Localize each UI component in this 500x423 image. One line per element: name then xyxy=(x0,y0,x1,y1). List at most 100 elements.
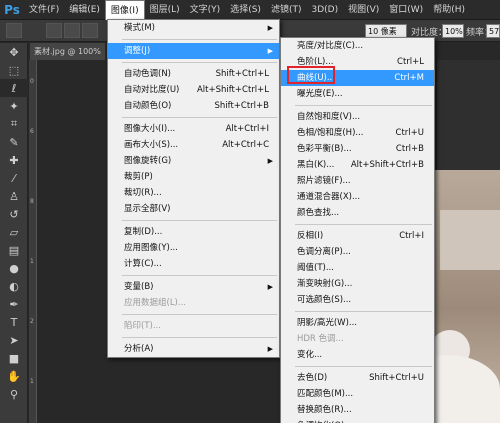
frequency-field[interactable]: 57 xyxy=(486,24,500,38)
dodge-tool-icon[interactable]: ◐ xyxy=(0,277,28,295)
menu-item-黑白[interactable]: 黑白(K)... Alt+Shift+Ctrl+B xyxy=(281,157,434,173)
menu-item-自动颜色[interactable]: 自动颜色(O) Shift+Ctrl+B xyxy=(108,98,279,114)
menu-item-显示全部[interactable]: 显示全部(V) xyxy=(108,201,279,217)
ruler-tick: 8 xyxy=(30,198,34,205)
menu-item-亮度-对比度[interactable]: 亮度/对比度(C)... xyxy=(281,38,434,54)
menu-item-应用图像[interactable]: 应用图像(Y)... xyxy=(108,240,279,256)
menu-item-匹配颜色[interactable]: 匹配颜色(M)... xyxy=(281,386,434,402)
menu-item-色阶[interactable]: 色阶(L)... Ctrl+L xyxy=(281,54,434,70)
menu-item-分析[interactable]: 分析(A) ▶ xyxy=(108,341,279,357)
menu-layer[interactable]: 图层(L) xyxy=(145,0,185,20)
menu-separator xyxy=(295,105,432,106)
brush-tool-icon[interactable]: ⁄ xyxy=(0,169,28,187)
menu-item-替换颜色[interactable]: 替换颜色(R)... xyxy=(281,402,434,418)
crop-tool-icon[interactable]: ⌗ xyxy=(0,115,28,133)
menu-item-模式[interactable]: 模式(M) ▶ xyxy=(108,20,279,36)
menu-select[interactable]: 选择(S) xyxy=(225,0,266,20)
menu-item-图像旋转[interactable]: 图像旋转(G) ▶ xyxy=(108,153,279,169)
marquee-tool-icon[interactable]: ⬚ xyxy=(0,61,28,79)
menu-item-label: 曝光度(E)... xyxy=(297,89,343,99)
menu-item-变量[interactable]: 变量(B) ▶ xyxy=(108,279,279,295)
menu-item-label: 渐变映射(G)... xyxy=(297,279,353,289)
menu-3d[interactable]: 3D(D) xyxy=(306,0,343,20)
menu-item-label: 自动色调(N) xyxy=(124,69,171,79)
size-field[interactable]: 10 像素 xyxy=(365,24,407,38)
history-brush-icon[interactable]: ↺ xyxy=(0,205,28,223)
menu-view[interactable]: 视图(V) xyxy=(343,0,384,20)
healing-brush-icon[interactable]: ✚ xyxy=(0,151,28,169)
menu-item-label: 变化... xyxy=(297,350,323,360)
menu-item-shortcut: Ctrl+M xyxy=(394,73,424,83)
menu-filter[interactable]: 滤镜(T) xyxy=(266,0,307,20)
menu-item-曝光度[interactable]: 曝光度(E)... xyxy=(281,86,434,102)
type-tool-icon[interactable]: T xyxy=(0,313,28,331)
menu-item-裁剪[interactable]: 裁剪(P) xyxy=(108,169,279,185)
menu-item-可选颜色[interactable]: 可选颜色(S)... xyxy=(281,292,434,308)
pen-tool-icon[interactable]: ✒ xyxy=(0,295,28,313)
shape-tool-icon[interactable]: ■ xyxy=(0,349,28,367)
eyedropper-icon[interactable]: ✎ xyxy=(0,133,28,151)
photoshop-logo: Ps xyxy=(4,2,20,17)
submenu-arrow-icon: ▶ xyxy=(267,47,273,55)
menu-item-shortcut: Shift+Ctrl+U xyxy=(369,373,424,383)
selection-add-icon[interactable] xyxy=(64,23,80,38)
menu-item-label: 替换颜色(R)... xyxy=(297,405,352,415)
menu-item-阈值[interactable]: 阈值(T)... xyxy=(281,260,434,276)
menu-item-label: 颜色查找... xyxy=(297,208,340,218)
menu-type[interactable]: 文字(Y) xyxy=(185,0,226,20)
move-tool-icon[interactable]: ✥ xyxy=(0,43,28,61)
selection-new-icon[interactable] xyxy=(46,23,62,38)
menu-separator xyxy=(295,311,432,312)
menu-item-自动对比度[interactable]: 自动对比度(U) Alt+Shift+Ctrl+L xyxy=(108,82,279,98)
gradient-tool-icon[interactable]: ▤ xyxy=(0,241,28,259)
menu-item-变化[interactable]: 变化... xyxy=(281,347,434,363)
menu-item-裁切[interactable]: 裁切(R)... xyxy=(108,185,279,201)
menu-item-label: 黑白(K)... xyxy=(297,160,335,170)
document-tab[interactable]: 素材.jpg @ 100% xyxy=(30,43,105,60)
menu-item-自动色调[interactable]: 自动色调(N) Shift+Ctrl+L xyxy=(108,66,279,82)
menu-item-陷印: 陷印(T)... xyxy=(108,318,279,334)
menu-item-曲线[interactable]: 曲线(U)... Ctrl+M xyxy=(281,70,434,86)
document-image-detail xyxy=(440,210,500,270)
menu-item-通道混合器[interactable]: 通道混合器(X)... xyxy=(281,189,434,205)
menu-help[interactable]: 帮助(H) xyxy=(428,0,470,20)
menu-item-色调分离[interactable]: 色调分离(P)... xyxy=(281,244,434,260)
menu-item-渐变映射[interactable]: 渐变映射(G)... xyxy=(281,276,434,292)
contrast-field[interactable]: 10% xyxy=(442,24,464,38)
menu-item-调整[interactable]: 调整(J) ▶ xyxy=(108,43,279,59)
clone-stamp-icon[interactable]: ♙ xyxy=(0,187,28,205)
selection-subtract-icon[interactable] xyxy=(82,23,98,38)
menu-item-画布大小[interactable]: 画布大小(S)... Alt+Ctrl+C xyxy=(108,137,279,153)
menu-item-色相-饱和度[interactable]: 色相/饱和度(H)... Ctrl+U xyxy=(281,125,434,141)
menu-item-照片滤镜[interactable]: 照片滤镜(F)... xyxy=(281,173,434,189)
menu-item-label: 图像大小(I)... xyxy=(124,124,176,134)
menu-edit[interactable]: 编辑(E) xyxy=(64,0,105,20)
menu-item-色调均化[interactable]: 色调均化(Q) xyxy=(281,418,434,423)
lasso-tool-icon[interactable]: ℓ xyxy=(0,79,28,97)
blur-tool-icon[interactable]: ● xyxy=(0,259,28,277)
menu-item-色彩平衡[interactable]: 色彩平衡(B)... Ctrl+B xyxy=(281,141,434,157)
menu-item-label: 匹配颜色(M)... xyxy=(297,389,354,399)
menu-item-颜色查找[interactable]: 颜色查找... xyxy=(281,205,434,221)
path-select-icon[interactable]: ➤ xyxy=(0,331,28,349)
magic-wand-icon[interactable]: ✦ xyxy=(0,97,28,115)
ruler-tick: 2 xyxy=(30,318,34,325)
menu-item-反相[interactable]: 反相(I) Ctrl+I xyxy=(281,228,434,244)
menu-item-label: 显示全部(V) xyxy=(124,204,171,214)
menu-file[interactable]: 文件(F) xyxy=(24,0,64,20)
menu-item-去色[interactable]: 去色(D) Shift+Ctrl+U xyxy=(281,370,434,386)
menu-item-图像大小[interactable]: 图像大小(I)... Alt+Ctrl+I xyxy=(108,121,279,137)
zoom-tool-icon[interactable]: ⚲ xyxy=(0,385,28,403)
eraser-icon[interactable]: ▱ xyxy=(0,223,28,241)
menu-window[interactable]: 窗口(W) xyxy=(384,0,428,20)
menu-item-计算[interactable]: 计算(C)... xyxy=(108,256,279,272)
menu-item-复制[interactable]: 复制(D)... xyxy=(108,224,279,240)
menu-item-label: 自动对比度(U) xyxy=(124,85,180,95)
menu-item-自然饱和度[interactable]: 自然饱和度(V)... xyxy=(281,109,434,125)
lasso-preset-icon[interactable] xyxy=(6,23,22,38)
menu-item-label: 自动颜色(O) xyxy=(124,101,172,111)
menu-separator xyxy=(295,224,432,225)
hand-tool-icon[interactable]: ✋ xyxy=(0,367,28,385)
menu-image[interactable]: 图像(I) xyxy=(104,0,145,20)
menu-item-阴影-高光[interactable]: 阴影/高光(W)... xyxy=(281,315,434,331)
